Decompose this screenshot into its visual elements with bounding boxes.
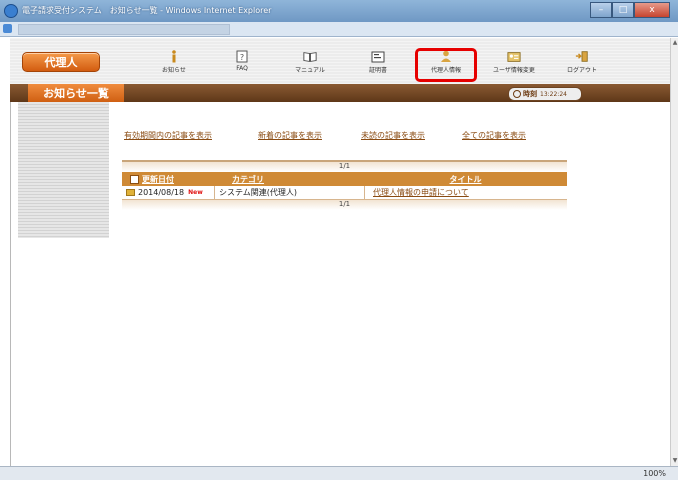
row-category: システム関連(代理人) — [215, 186, 365, 199]
scroll-up-icon[interactable]: ▲ — [672, 40, 678, 46]
row-title-link[interactable]: 代理人情報の申請について — [365, 186, 567, 199]
status-bar: 100% — [0, 466, 678, 480]
toolbar-label-certificate: 証明書 — [368, 67, 387, 74]
faq-icon: ? — [235, 50, 249, 63]
window-title: 電子請求受付システム お知らせ一覧 - Windows Internet Exp… — [22, 6, 272, 15]
clock-icon — [513, 90, 521, 98]
toolbar-label-faq: FAQ — [236, 65, 248, 72]
toolbar-item-manual[interactable]: マニュアル — [282, 50, 338, 78]
highlight-frame — [415, 48, 477, 82]
toolbar-label-logout: ログアウト — [566, 67, 597, 74]
minimize-button[interactable]: – — [590, 2, 612, 18]
svg-text:?: ? — [240, 53, 244, 62]
main-toolbar: 代理人 お知らせ ? FAQ マニュアル 証明書 代理人情報 ユーザ情報変更 ロ… — [10, 38, 670, 85]
pager-bottom: 1/1 — [122, 200, 567, 210]
filter-all-link[interactable]: 全ての記事を表示 — [462, 130, 526, 141]
toolbar-item-faq[interactable]: ? FAQ — [214, 50, 270, 78]
column-header-category[interactable]: カテゴリ — [214, 174, 364, 185]
app-content — [10, 38, 671, 466]
pager-top: 1/1 — [122, 160, 567, 172]
toolbar-item-news[interactable]: お知らせ — [146, 50, 202, 78]
zoom-level[interactable]: 100% — [643, 469, 666, 478]
filter-valid-period-link[interactable]: 有効期間内の記事を表示 — [124, 130, 212, 141]
url-field[interactable] — [18, 24, 230, 35]
column-header-title[interactable]: タイトル — [364, 174, 567, 185]
filter-unread-link[interactable]: 未読の記事を表示 — [361, 130, 425, 141]
scroll-down-icon[interactable]: ▼ — [672, 458, 678, 464]
time-value: 13:22:24 — [540, 90, 567, 98]
toolbar-label-news: お知らせ — [162, 67, 186, 74]
row-date: 2014/08/18 — [138, 188, 185, 197]
role-button[interactable]: 代理人 — [22, 52, 100, 72]
address-bar — [0, 22, 678, 37]
section-header: お知らせ一覧 時刻 13:22:24 — [10, 84, 670, 102]
close-button[interactable]: x — [634, 2, 670, 18]
column-header-date-label: 更新日付 — [142, 174, 174, 184]
new-badge: New — [188, 189, 203, 196]
certificate-icon — [371, 50, 385, 63]
sort-icon — [130, 174, 139, 184]
table-row: 2014/08/18 New システム関連(代理人) 代理人情報の申請について — [122, 186, 567, 200]
row-date-cell: 2014/08/18 New — [122, 186, 215, 199]
book-icon — [303, 50, 317, 63]
info-icon — [167, 50, 181, 63]
page-icon — [3, 24, 12, 33]
mail-icon — [126, 189, 135, 196]
vertical-scrollbar[interactable]: ▲ ▼ — [670, 38, 678, 466]
toolbar-label-user-info-change: ユーザ情報変更 — [493, 67, 535, 74]
time-label: 時刻 — [523, 90, 537, 98]
browser-icon — [4, 4, 18, 18]
toolbar-item-certificate[interactable]: 証明書 — [350, 50, 406, 78]
filter-new-link[interactable]: 新着の記事を表示 — [258, 130, 322, 141]
toolbar-item-logout[interactable]: ログアウト — [554, 50, 610, 78]
toolbar-item-user-info-change[interactable]: ユーザ情報変更 — [486, 50, 542, 78]
logout-icon — [575, 50, 589, 63]
toolbar-label-manual: マニュアル — [295, 67, 325, 74]
time-badge: 時刻 13:22:24 — [508, 87, 582, 101]
maximize-button[interactable]: □ — [612, 2, 634, 18]
table-header: 更新日付 カテゴリ タイトル — [122, 172, 567, 186]
user-card-icon — [507, 50, 521, 63]
column-header-date[interactable]: 更新日付 — [122, 174, 214, 185]
news-table: 1/1 更新日付 カテゴリ タイトル 2014/08/18 New システム関連… — [122, 160, 567, 210]
window-title-bar: 電子請求受付システム お知らせ一覧 - Windows Internet Exp… — [0, 0, 678, 22]
left-sidebar — [18, 102, 109, 238]
page-title: お知らせ一覧 — [28, 84, 124, 102]
